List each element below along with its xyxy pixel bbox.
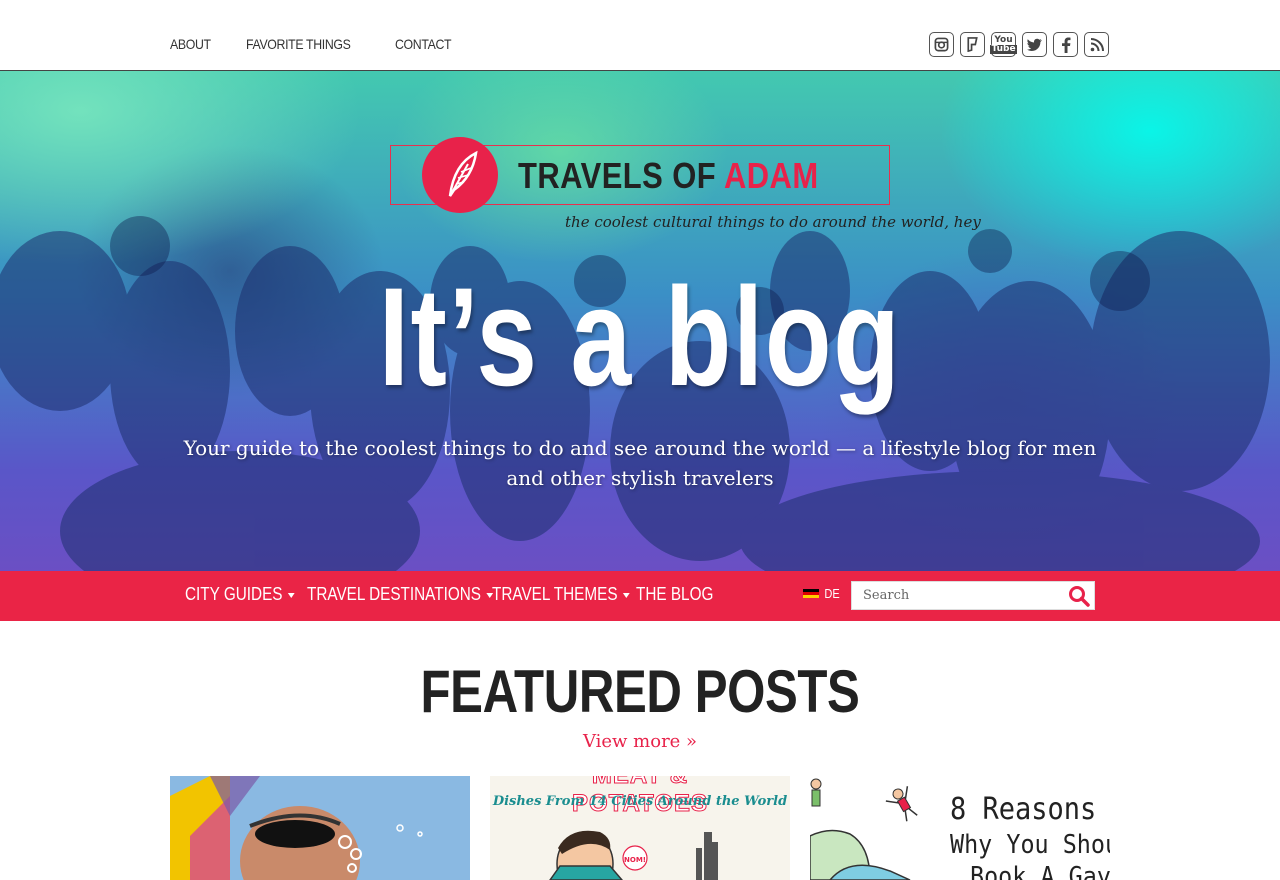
caret-down-icon [622,592,630,598]
logo-wordmark: TRAVELS OF ADAM [518,155,819,197]
card-8-reasons-line-1: 8 Reasons [950,792,1097,827]
caret-down-icon [287,592,295,598]
featured-post-card[interactable] [170,776,470,880]
german-flag-icon [803,588,819,599]
man-with-sunglasses-photo [170,776,470,880]
hero-subheadline: Your guide to the coolest things to do a… [183,436,1097,490]
site-tagline: the coolest cultural things to do around… [565,213,981,231]
foursquare-icon[interactable] [960,32,985,57]
hero-banner: TRAVELS OF ADAM the coolest cultural thi… [0,71,1280,571]
rss-icon[interactable] [1084,32,1109,57]
nom-bubble-text: NOM! [624,856,646,864]
nav-travel-destinations[interactable]: TRAVEL DESTINATIONS [307,584,493,605]
featured-posts-list: MEAT & POTATOES Dishes From 14 Cities Ar… [170,776,1110,880]
chef-illustration: NOM! [549,830,718,880]
language-label: DE [824,586,840,601]
instagram-icon[interactable] [929,32,954,57]
featured-posts-heading: FEATURED POSTS [420,658,860,725]
search-icon[interactable] [1068,585,1090,607]
twitter-icon[interactable] [1022,32,1047,57]
quill-feather-icon [422,137,498,213]
nav-travel-themes[interactable]: TRAVEL THEMES [492,584,630,605]
featured-post-card[interactable]: MEAT & POTATOES Dishes From 14 Cities Ar… [490,776,790,880]
top-nav: ABOUT FAVORITE THINGS CONTACT [170,36,489,52]
site-logo[interactable]: TRAVELS OF ADAM [390,137,890,213]
search-box [851,581,1095,610]
facebook-icon[interactable] [1053,32,1078,57]
featured-post-card[interactable]: 8 Reasons Why You Shou Book A Gay [810,776,1110,880]
view-more-link[interactable]: View more » [0,731,1280,752]
nav-the-blog-label: THE BLOG [636,584,714,604]
nav-city-guides-label: CITY GUIDES [185,584,283,604]
top-nav-about[interactable]: ABOUT [170,36,211,52]
language-switcher[interactable]: DE [803,586,841,601]
logo-text-adam: ADAM [723,155,819,196]
logo-text-travels-of: TRAVELS OF [518,155,724,196]
main-nav: CITY GUIDES TRAVEL DESTINATIONS TRAVEL T… [0,571,1280,621]
top-nav-favorite-things[interactable]: FAVORITE THINGS [246,36,351,52]
nav-travel-destinations-label: TRAVEL DESTINATIONS [307,584,481,604]
hero-headline: It’s a blog [378,258,902,415]
nav-city-guides[interactable]: CITY GUIDES [185,584,295,605]
youtube-icon[interactable]: You Tube [990,32,1017,57]
card-8-reasons-line-2: Why You Shou [950,830,1110,860]
social-links: You Tube [929,32,1109,57]
top-nav-contact[interactable]: CONTACT [395,36,452,52]
search-input[interactable] [852,582,1062,609]
top-bar: ABOUT FAVORITE THINGS CONTACT You Tube [0,0,1280,71]
nav-the-blog[interactable]: THE BLOG [636,584,713,605]
card-8-reasons-line-3: Book A Gay [970,862,1110,880]
nav-travel-themes-label: TRAVEL THEMES [492,584,618,604]
